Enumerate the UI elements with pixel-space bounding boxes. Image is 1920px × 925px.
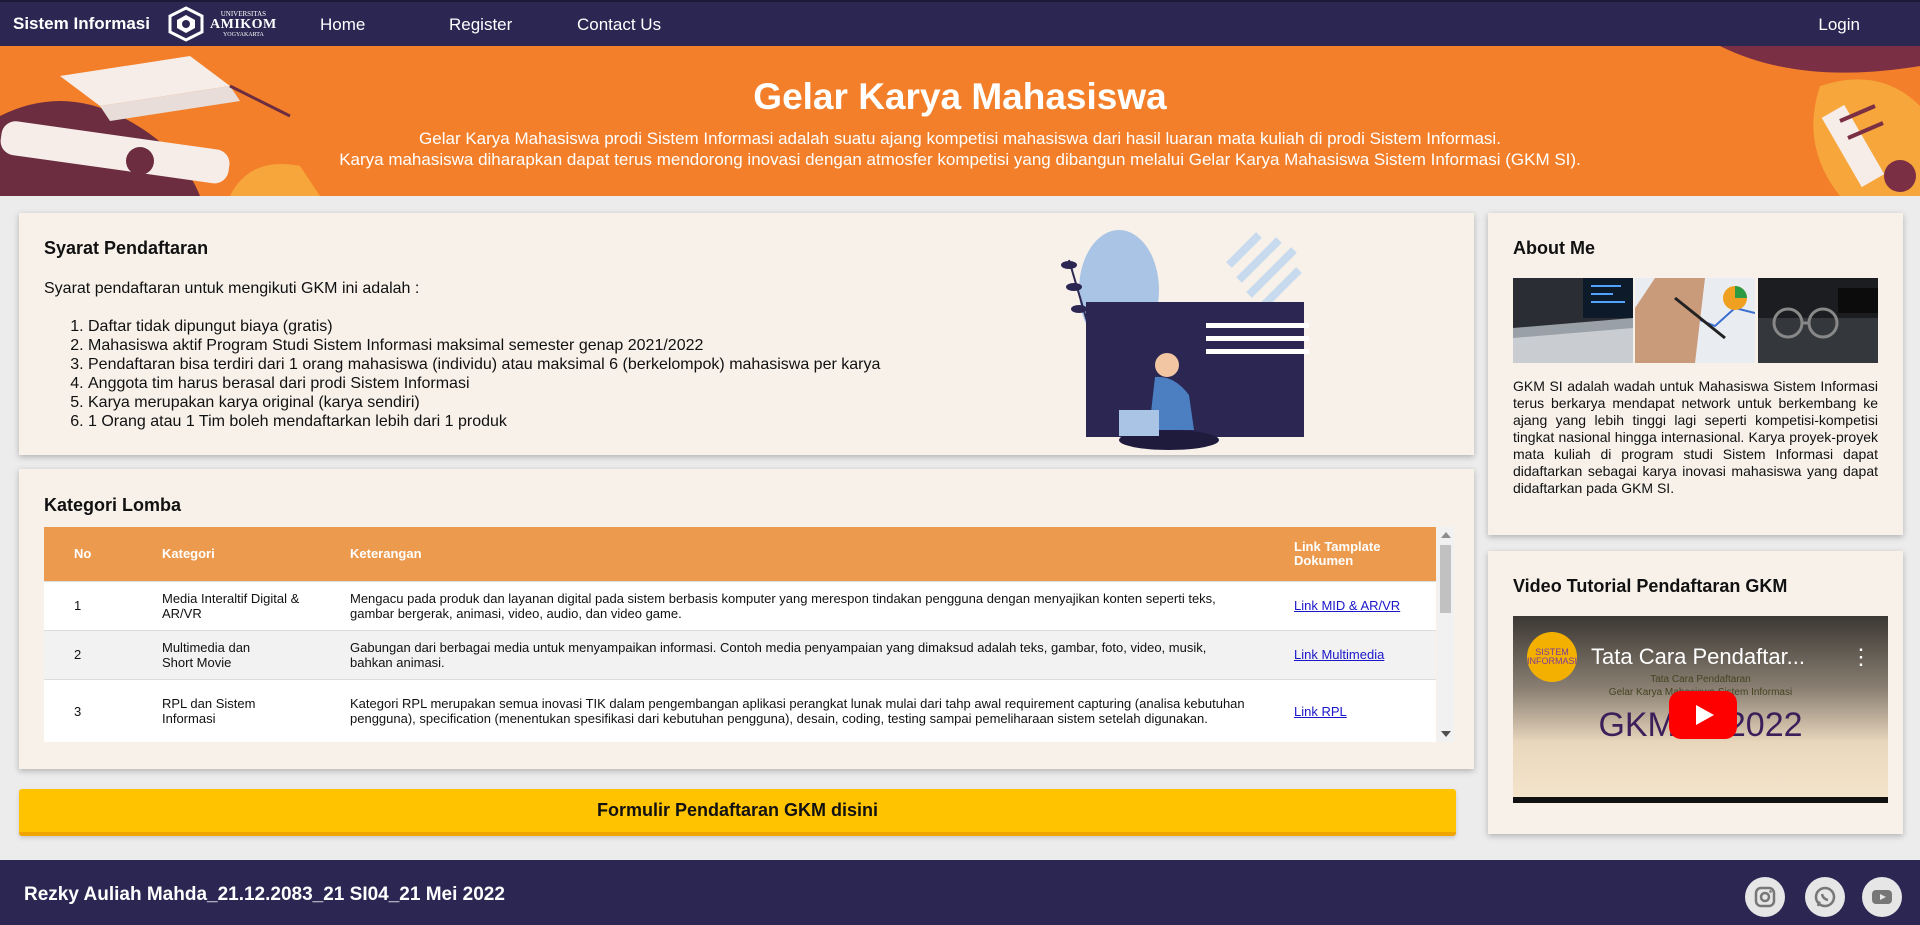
list-item: Pendaftaran bisa terdiri dari 1 orang ma… bbox=[88, 355, 880, 374]
cell-kategori: Multimedia dan Short Movie bbox=[154, 629, 342, 679]
chart-hand-photo bbox=[1635, 278, 1756, 363]
footer: Rezky Auliah Mahda_21.12.2083_21 SI04_21… bbox=[0, 860, 1920, 925]
table-row: 1 Media Interaltif Digital & AR/VR Menga… bbox=[44, 580, 1436, 630]
link-template-rpl[interactable]: Link RPL bbox=[1294, 704, 1347, 719]
laptop-photo bbox=[1513, 278, 1633, 363]
nav-register-link[interactable]: Register bbox=[449, 15, 512, 35]
glasses-photo bbox=[1757, 278, 1878, 363]
about-title: About Me bbox=[1513, 238, 1595, 258]
youtube-player[interactable]: SISTEM INFORMASI Tata Cara Pendaftar... … bbox=[1513, 616, 1888, 803]
graduation-decoration-left bbox=[0, 56, 320, 196]
logo-line-3: YOGYAKARTA bbox=[222, 31, 264, 38]
syarat-title: Syarat Pendaftaran bbox=[44, 238, 209, 258]
amikom-logo[interactable]: UNIVERSITAS AMIKOM YOGYAKARTA bbox=[166, 6, 277, 42]
cell-keterangan: Gabungan dari berbagai media untuk menya… bbox=[342, 629, 1286, 679]
video-title: Video Tutorial Pendaftaran GKM bbox=[1513, 576, 1788, 596]
cell-keterangan: Kategori RPL merupakan semua inovasi TIK… bbox=[342, 678, 1286, 742]
cell-keterangan: Mengacu pada produk dan layanan digital … bbox=[342, 580, 1286, 630]
play-button-icon[interactable] bbox=[1669, 691, 1737, 739]
cell-no: 1 bbox=[44, 580, 154, 630]
header-keterangan: Keterangan bbox=[350, 546, 422, 562]
list-item: Mahasiswa aktif Program Studi Sistem Inf… bbox=[88, 336, 880, 355]
header-link: Link Tamplate Dokumen bbox=[1294, 538, 1381, 568]
header-no: No bbox=[74, 546, 92, 562]
whatsapp-icon[interactable] bbox=[1805, 877, 1845, 917]
list-item: Anggota tim harus berasal dari prodi Sis… bbox=[88, 374, 880, 393]
kategori-card: Kategori Lomba No Kategori Keterangan Li… bbox=[19, 469, 1474, 769]
nav-contact-link[interactable]: Contact Us bbox=[577, 15, 661, 35]
cell-no: 2 bbox=[44, 629, 154, 679]
video-subtitle-1: Tata Cara Pendaftaran bbox=[1650, 674, 1751, 685]
table-row: 3 RPL dan Sistem Informasi Kategori RPL … bbox=[44, 678, 1436, 742]
list-item: Karya merupakan karya original (karya se… bbox=[88, 393, 880, 412]
kategori-table-container[interactable]: No Kategori Keterangan Link Tamplate Dok… bbox=[44, 527, 1454, 742]
link-template-multimedia[interactable]: Link Multimedia bbox=[1294, 647, 1384, 662]
video-card: Video Tutorial Pendaftaran GKM SISTEM IN… bbox=[1488, 551, 1903, 834]
about-text: GKM SI adalah wadah untuk Mahasiswa Sist… bbox=[1513, 378, 1878, 496]
graduation-decoration-right bbox=[1720, 46, 1920, 196]
hero-banner: Gelar Karya Mahasiswa Gelar Karya Mahasi… bbox=[0, 46, 1920, 196]
top-navbar: Sistem Informasi UNIVERSITAS AMIKOM YOGY… bbox=[0, 0, 1920, 46]
scroll-thumb[interactable] bbox=[1440, 545, 1451, 613]
table-row: 2 Multimedia dan Short Movie Gabungan da… bbox=[44, 629, 1436, 679]
scroll-down-arrow-icon[interactable] bbox=[1441, 731, 1451, 737]
footer-credit: Rezky Auliah Mahda_21.12.2083_21 SI04_21… bbox=[24, 884, 505, 905]
registration-form-button[interactable]: Formulir Pendaftaran GKM disini bbox=[19, 789, 1456, 836]
syarat-list: Daftar tidak dipungut biaya (gratis) Mah… bbox=[88, 317, 880, 431]
video-player-title[interactable]: Tata Cara Pendaftar... bbox=[1591, 644, 1805, 670]
kategori-title: Kategori Lomba bbox=[44, 495, 182, 515]
scroll-up-arrow-icon[interactable] bbox=[1441, 532, 1451, 538]
list-item: 1 Orang atau 1 Tim boleh mendaftarkan le… bbox=[88, 412, 880, 431]
instagram-icon[interactable] bbox=[1745, 877, 1785, 917]
cell-no: 3 bbox=[44, 678, 154, 742]
syarat-card: Syarat Pendaftaran Syarat pendaftaran un… bbox=[19, 213, 1474, 455]
syarat-intro: Syarat pendaftaran untuk mengikuti GKM i… bbox=[44, 280, 420, 297]
nav-home-link[interactable]: Home bbox=[320, 15, 365, 35]
logo-line-2: AMIKOM bbox=[210, 16, 277, 32]
link-template-mid[interactable]: Link MID & AR/VR bbox=[1294, 598, 1400, 613]
nav-login-link[interactable]: Login bbox=[1818, 15, 1860, 35]
header-kategori: Kategori bbox=[162, 546, 215, 562]
cell-kategori: RPL dan Sistem Informasi bbox=[154, 678, 342, 742]
brand-name[interactable]: Sistem Informasi bbox=[13, 14, 150, 34]
about-photo-strip bbox=[1513, 278, 1878, 363]
more-options-icon[interactable]: ⋮ bbox=[1850, 644, 1872, 670]
cell-kategori: Media Interaltif Digital & AR/VR bbox=[154, 580, 342, 630]
list-item: Daftar tidak dipungut biaya (gratis) bbox=[88, 317, 880, 336]
person-laptop-illustration bbox=[1061, 230, 1309, 450]
logo-text: UNIVERSITAS AMIKOM YOGYAKARTA bbox=[210, 10, 277, 38]
amikom-emblem-icon bbox=[168, 6, 204, 42]
about-card: About Me GKM SI adalah wadah untuk Mahas… bbox=[1488, 213, 1903, 535]
table-header-row: No Kategori Keterangan Link Tamplate Dok… bbox=[44, 527, 1436, 581]
table-scrollbar[interactable] bbox=[1437, 527, 1454, 742]
kategori-table: No Kategori Keterangan Link Tamplate Dok… bbox=[44, 527, 1436, 742]
youtube-icon[interactable] bbox=[1862, 877, 1902, 917]
